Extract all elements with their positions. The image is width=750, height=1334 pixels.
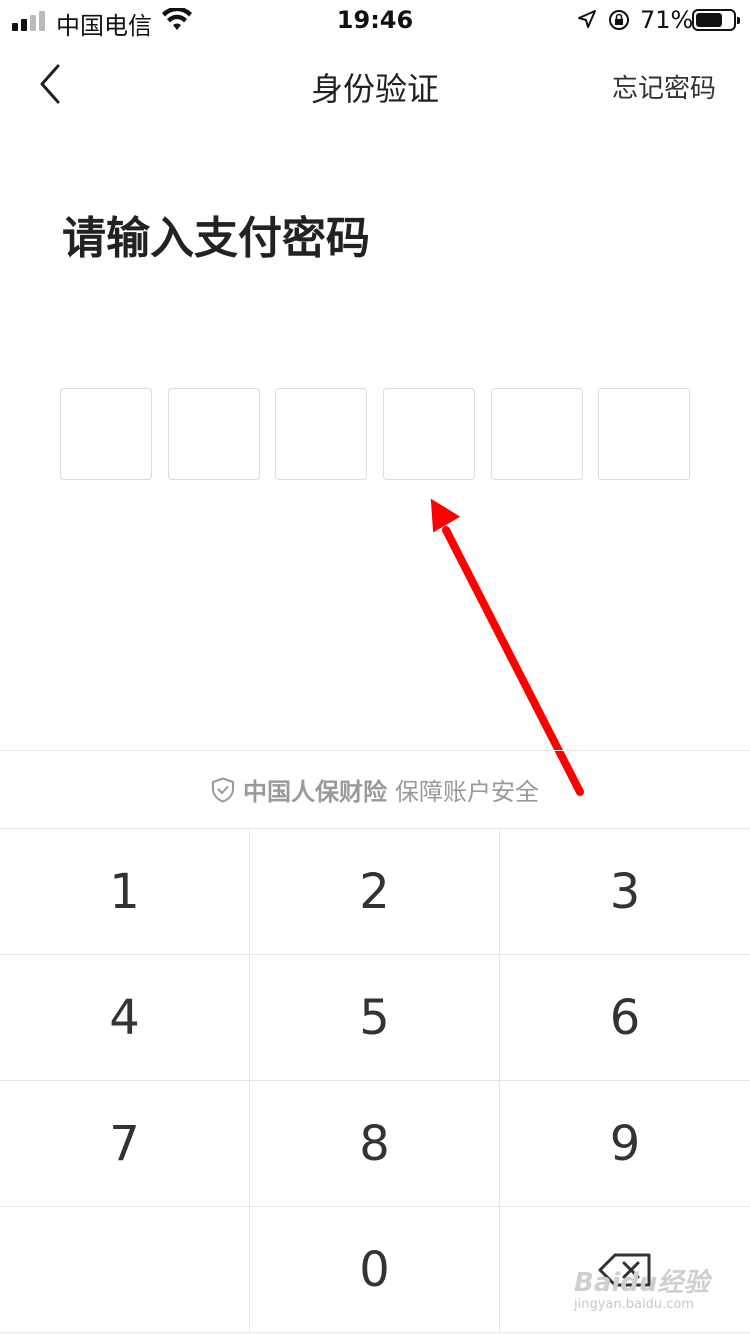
- password-digit-box[interactable]: [275, 388, 367, 480]
- password-digit-box[interactable]: [168, 388, 260, 480]
- key-2[interactable]: 2: [250, 829, 500, 955]
- key-blank: [0, 1207, 250, 1333]
- numeric-keypad: 1 2 3 4 5 6 7 8 9 0: [0, 828, 750, 1334]
- watermark-logo-text: Baidu经验: [574, 1268, 710, 1298]
- location-arrow-icon: [578, 10, 596, 28]
- battery-icon: [692, 9, 740, 31]
- watermark-url: jingyan.baidu.com: [574, 1297, 694, 1312]
- password-input-group[interactable]: [60, 388, 690, 480]
- key-6[interactable]: 6: [500, 955, 750, 1081]
- baidu-jingyan-watermark: Baidu经验 jingyan.baidu.com: [574, 1262, 724, 1322]
- password-digit-box[interactable]: [491, 388, 583, 480]
- password-digit-box[interactable]: [60, 388, 152, 480]
- shield-check-icon: [212, 777, 234, 802]
- insurer-name: 中国人保财险: [243, 778, 387, 806]
- password-digit-box[interactable]: [598, 388, 690, 480]
- security-tagline: 保障账户安全: [395, 778, 539, 806]
- rotation-lock-icon: [609, 10, 629, 30]
- status-bar: 中国电信 19:46 71%: [0, 0, 750, 40]
- password-prompt: 请输入支付密码: [62, 213, 370, 264]
- nav-bar: 身份验证 忘记密码: [0, 50, 750, 120]
- security-notice: 中国人保财险 保障账户安全: [0, 750, 750, 828]
- key-3[interactable]: 3: [500, 829, 750, 955]
- clock-time: 19:46: [336, 6, 414, 34]
- key-4[interactable]: 4: [0, 955, 250, 1081]
- password-digit-box[interactable]: [383, 388, 475, 480]
- key-1[interactable]: 1: [0, 829, 250, 955]
- key-7[interactable]: 7: [0, 1081, 250, 1207]
- battery-percentage: 71%: [640, 6, 694, 34]
- forget-password-link[interactable]: 忘记密码: [612, 68, 716, 105]
- key-5[interactable]: 5: [250, 955, 500, 1081]
- key-0[interactable]: 0: [250, 1207, 500, 1333]
- key-9[interactable]: 9: [500, 1081, 750, 1207]
- key-8[interactable]: 8: [250, 1081, 500, 1207]
